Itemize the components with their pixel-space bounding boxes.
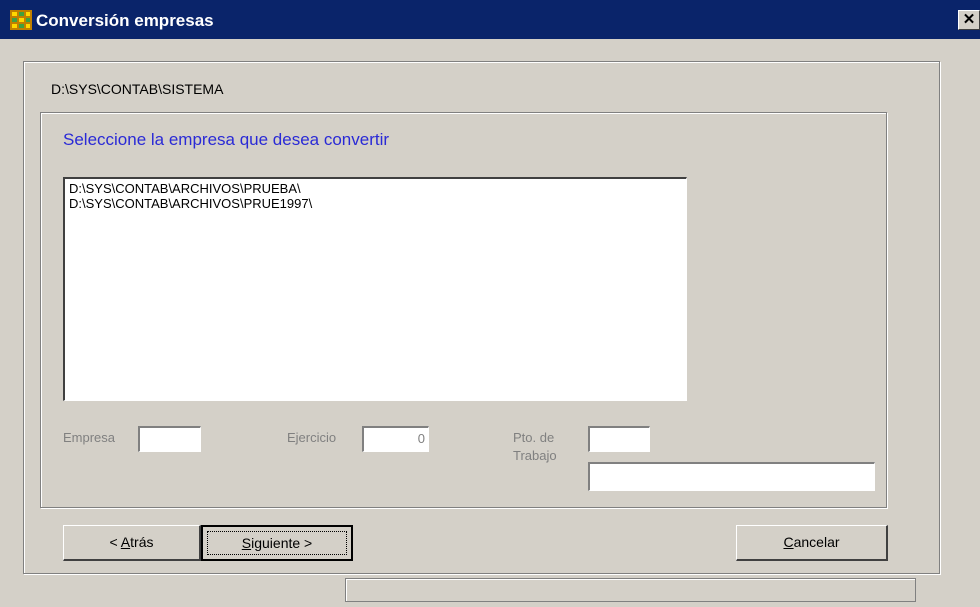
pto-trabajo-field[interactable]	[588, 426, 650, 452]
close-icon: ✕	[962, 11, 976, 28]
close-button[interactable]: ✕	[958, 10, 980, 30]
cancel-mnemonic: C	[783, 534, 794, 550]
window-title: Conversión empresas	[36, 11, 214, 30]
list-item[interactable]: D:\SYS\CONTAB\ARCHIVOS\PRUEBA\	[69, 181, 682, 196]
pto-label-line1: Pto. de	[513, 430, 555, 445]
back-mnemonic: A	[120, 534, 131, 550]
status-bar	[345, 578, 916, 602]
selection-prompt: Seleccione la empresa que desea converti…	[63, 130, 390, 149]
system-path-label: D:\SYS\CONTAB\SISTEMA	[51, 81, 224, 97]
list-item[interactable]: D:\SYS\CONTAB\ARCHIVOS\PRUE1997\	[69, 196, 682, 211]
pto-label-line2: Trabajo	[513, 448, 557, 463]
ejercicio-field[interactable]: 0	[362, 426, 429, 452]
ejercicio-label: Ejercicio	[287, 430, 337, 445]
next-button[interactable]: Siguiente >	[201, 525, 353, 561]
back-prefix: <	[109, 534, 121, 550]
back-label-rest: trás	[130, 534, 154, 550]
company-listbox[interactable]: D:\SYS\CONTAB\ARCHIVOS\PRUEBA\ D:\SYS\CO…	[63, 177, 687, 401]
pto-trabajo-description-field	[588, 462, 875, 491]
empresa-field[interactable]	[138, 426, 201, 452]
empresa-label: Empresa	[63, 430, 116, 445]
cancel-label-rest: ancelar	[793, 534, 840, 550]
title-bar: Conversión empresas ✕	[0, 0, 980, 39]
cancel-button[interactable]: Cancelar	[736, 525, 888, 561]
back-button[interactable]: < Atrás	[63, 525, 201, 561]
app-grid-icon	[10, 10, 32, 30]
focus-rect	[207, 531, 347, 555]
